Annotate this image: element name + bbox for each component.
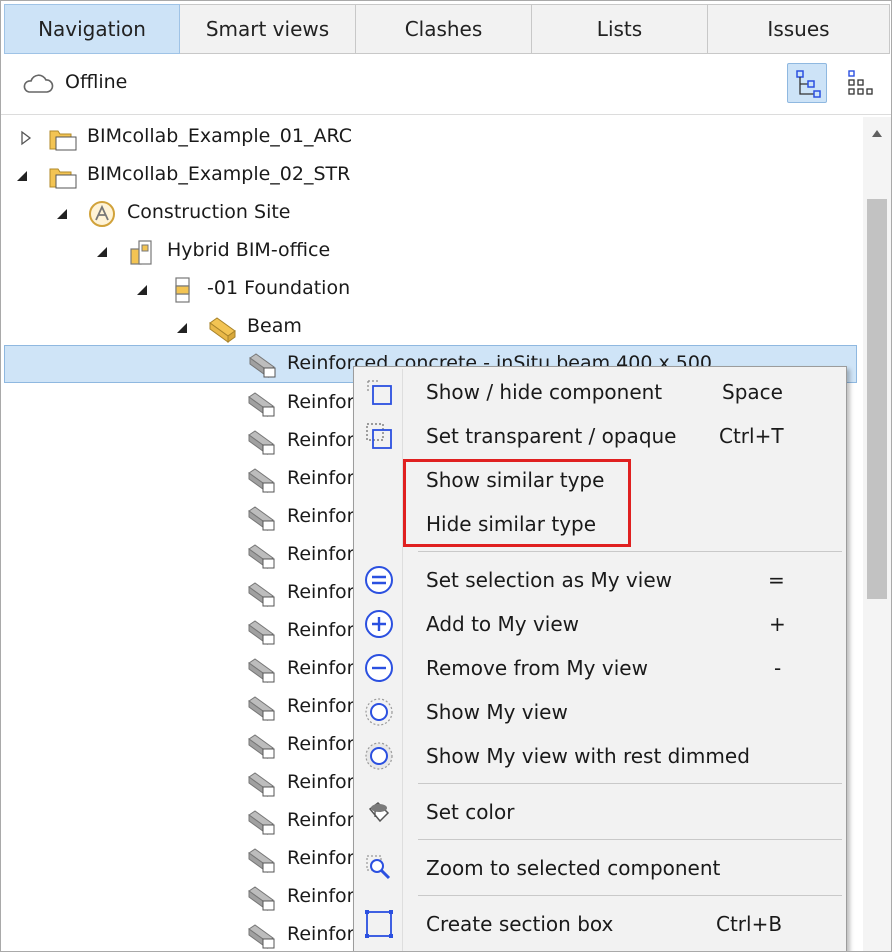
beam-component-icon	[248, 696, 275, 721]
site-icon	[89, 201, 115, 227]
folder-icon	[49, 168, 77, 189]
tree-view-icon	[796, 70, 821, 98]
menu-separator	[418, 895, 842, 896]
tree-node-storey[interactable]: -01 Foundation	[1, 271, 863, 309]
tab-bar: Navigation Smart views Clashes Lists Iss…	[4, 4, 890, 54]
tree-node-label: Hybrid BIM-office	[167, 239, 331, 261]
tree-view-button[interactable]	[787, 63, 827, 103]
building-icon	[130, 240, 152, 265]
beam-component-icon	[248, 924, 275, 949]
tree-node-site[interactable]: Construction Site	[1, 195, 863, 233]
menu-item-add-to-my-view[interactable]: Add to My view +	[356, 602, 844, 646]
tree-node-type-beam[interactable]: Beam	[1, 309, 863, 347]
menu-item-show-hide-component[interactable]: Show / hide component Space	[356, 370, 844, 414]
collapse-arrow-icon[interactable]	[15, 168, 29, 184]
expand-arrow-icon[interactable]	[19, 130, 33, 146]
tree-node-model-str[interactable]: BIMcollab_Example_02_STR	[1, 157, 863, 195]
beam-component-icon	[248, 848, 275, 873]
menu-item-show-my-view[interactable]: Show My view	[356, 690, 844, 734]
folder-icon	[49, 130, 77, 151]
section-box-icon	[365, 910, 393, 938]
beam-component-icon	[248, 430, 275, 455]
beam-component-icon	[248, 620, 275, 645]
dimmed-circle-icon	[365, 742, 393, 770]
beam-component-icon	[248, 392, 275, 417]
show-hide-icon	[367, 380, 392, 405]
navigation-panel: Navigation Smart views Clashes Lists Iss…	[0, 0, 892, 952]
context-menu: Show / hide component Space Set transpar…	[353, 366, 847, 951]
zoom-icon	[366, 855, 391, 880]
tab-lists[interactable]: Lists	[532, 4, 708, 54]
menu-item-show-similar-type[interactable]: Show similar type	[356, 458, 844, 502]
storey-icon	[175, 277, 190, 303]
scroll-up-arrow-icon[interactable]	[870, 127, 884, 139]
tab-navigation[interactable]: Navigation	[4, 4, 180, 54]
tree-node-label: Construction Site	[127, 201, 291, 223]
menu-item-hide-similar-type[interactable]: Hide similar type	[356, 502, 844, 546]
menu-separator	[418, 551, 842, 552]
beam-type-icon	[209, 317, 236, 343]
menu-item-set-selection-as-my-view[interactable]: Set selection as My view =	[356, 558, 844, 602]
tab-issues[interactable]: Issues	[708, 4, 890, 54]
menu-item-show-my-view-with-rest-dimmed[interactable]: Show My view with rest dimmed	[356, 734, 844, 778]
vertical-scrollbar[interactable]	[863, 117, 891, 951]
menu-item-create-section-box[interactable]: Create section box Ctrl+B	[356, 902, 844, 946]
tree-node-label: BIMcollab_Example_01_ARC	[87, 125, 352, 147]
menu-item-zoom-to-selected-component[interactable]: Zoom to selected component	[356, 846, 844, 890]
menu-separator	[418, 839, 842, 840]
paint-bucket-icon	[368, 802, 390, 823]
tree-node-label: Beam	[247, 315, 302, 337]
equals-circle-icon	[365, 566, 393, 594]
tree-node-label: BIMcollab_Example_02_STR	[87, 163, 351, 185]
tab-clashes[interactable]: Clashes	[356, 4, 532, 54]
plus-circle-icon	[365, 610, 393, 638]
flat-view-icon	[848, 70, 873, 95]
menu-item-set-color[interactable]: Set color	[356, 790, 844, 834]
menu-item-set-transparent-opaque[interactable]: Set transparent / opaque Ctrl+T	[356, 414, 844, 458]
menu-item-remove-from-my-view[interactable]: Remove from My view -	[356, 646, 844, 690]
beam-component-icon	[248, 544, 275, 569]
beam-component-icon	[248, 658, 275, 683]
beam-component-icon	[248, 506, 275, 531]
beam-component-icon	[248, 810, 275, 835]
collapse-arrow-icon[interactable]	[135, 282, 149, 298]
minus-circle-icon	[365, 654, 393, 682]
beam-component-icon	[248, 582, 275, 607]
cloud-icon	[23, 74, 54, 93]
collapse-arrow-icon[interactable]	[95, 244, 109, 260]
tab-smart-views[interactable]: Smart views	[180, 4, 356, 54]
scrollbar-thumb[interactable]	[867, 199, 887, 599]
status-bar: Offline	[1, 57, 891, 115]
tree-node-label: -01 Foundation	[207, 277, 351, 299]
connection-status: Offline	[65, 71, 128, 93]
beam-component-icon	[248, 468, 275, 493]
collapse-arrow-icon[interactable]	[55, 206, 69, 222]
tree-node-building[interactable]: Hybrid BIM-office	[1, 233, 863, 271]
flat-view-button[interactable]	[839, 63, 879, 103]
beam-component-icon	[248, 772, 275, 797]
beam-component-icon	[249, 353, 276, 378]
beam-component-icon	[248, 886, 275, 911]
beam-component-icon	[248, 734, 275, 759]
tree-node-model-arc[interactable]: BIMcollab_Example_01_ARC	[1, 119, 863, 157]
menu-separator	[418, 783, 842, 784]
dotted-circle-icon	[365, 698, 393, 726]
collapse-arrow-icon[interactable]	[175, 320, 189, 336]
transparent-icon	[366, 423, 392, 449]
